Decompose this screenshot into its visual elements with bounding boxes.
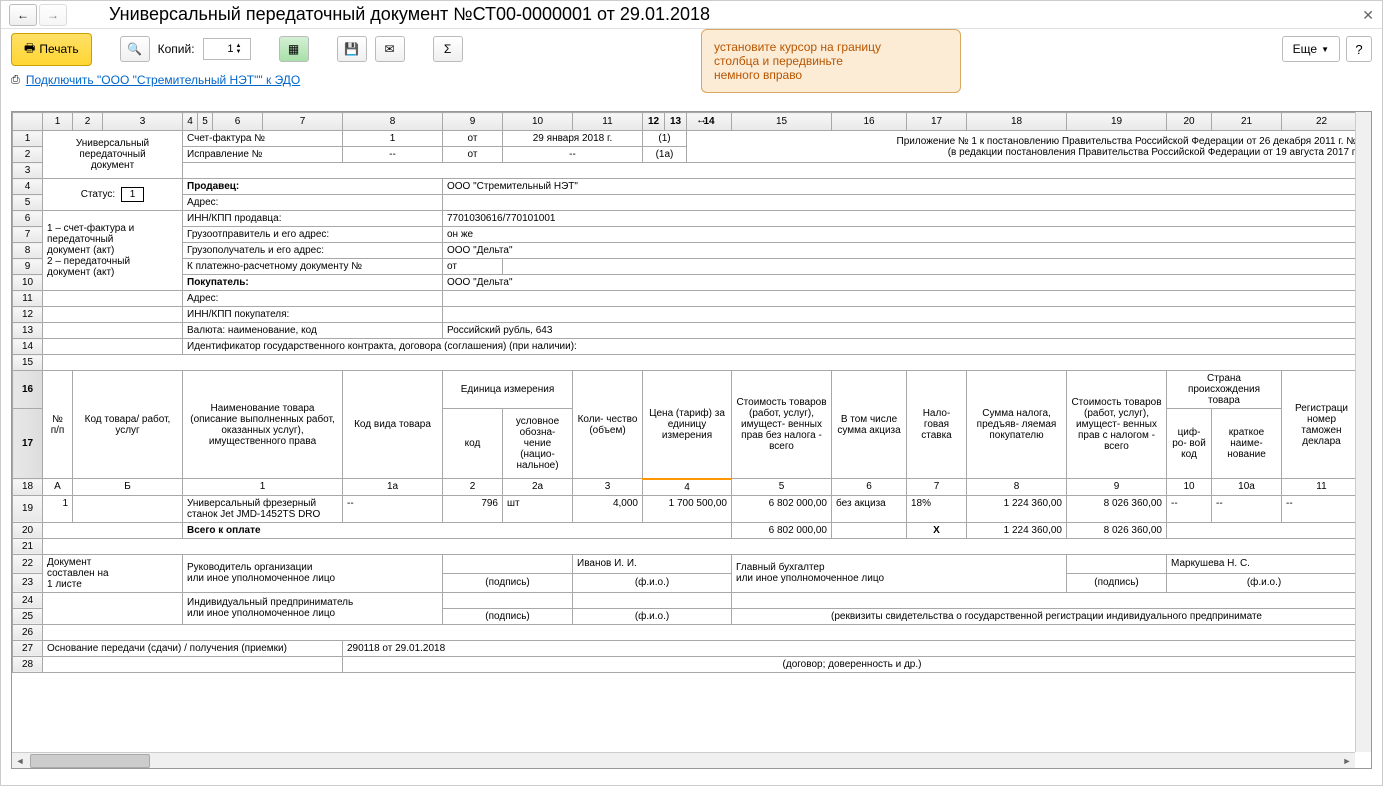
sum-button[interactable]: Σ <box>433 36 463 62</box>
nav-back-button[interactable]: ← <box>9 4 37 26</box>
spreadsheet[interactable]: 123 456 789 101112 131415 161718 192021 … <box>11 111 1372 769</box>
resize-cursor-icon: ↔ <box>696 114 707 126</box>
window-title: Универсальный передаточный документ №СТ0… <box>109 4 710 25</box>
print-button[interactable]: 🖶 Печать <box>11 33 92 66</box>
edo-connect-link[interactable]: Подключить "ООО "Стремительный НЭТ"" к Э… <box>26 73 300 87</box>
help-button[interactable]: ? <box>1346 36 1372 62</box>
email-button[interactable]: ✉ <box>375 36 405 62</box>
horizontal-scrollbar[interactable]: ◄► <box>12 752 1355 768</box>
spin-down[interactable]: ▼ <box>236 49 242 55</box>
vertical-scrollbar[interactable] <box>1355 112 1371 752</box>
nav-forward-button[interactable]: → <box>39 4 67 26</box>
copies-spinner[interactable]: ▲▼ <box>203 38 251 60</box>
copies-label: Копий: <box>158 42 195 56</box>
more-button[interactable]: Еще▼ <box>1282 36 1340 62</box>
preview-button[interactable]: 🔍 <box>120 36 150 62</box>
table-settings-button[interactable]: ▦ <box>279 36 309 62</box>
save-button[interactable]: 💾 <box>337 36 367 62</box>
hint-tooltip: установите курсор на границу столбца и п… <box>701 29 961 93</box>
copies-input[interactable] <box>206 43 234 55</box>
connect-icon: ⎙ <box>11 74 20 87</box>
print-label: Печать <box>39 42 78 56</box>
print-icon: 🖶 <box>24 39 35 60</box>
close-button[interactable]: ✕ <box>1362 7 1374 24</box>
